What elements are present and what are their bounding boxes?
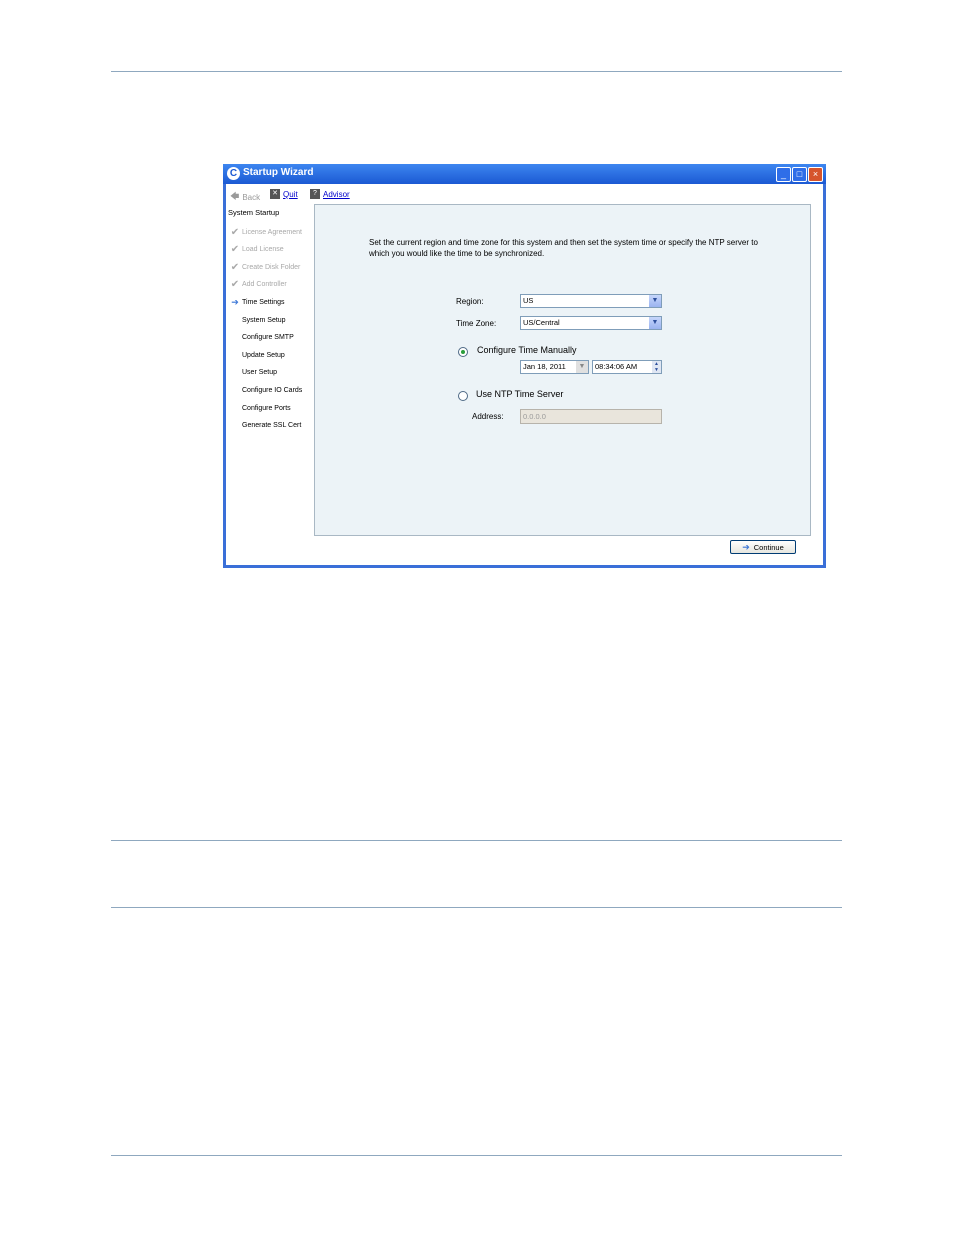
wizard-footer: ➔ Continue (314, 536, 823, 565)
use-ntp-time-server-label[interactable]: Use NTP Time Server (476, 389, 563, 399)
wizard-toolbar: 🡄 Back ✕ Quit ? Advisor (226, 184, 823, 204)
sidebar-item-configure-ports: Configure Ports (228, 402, 291, 414)
spinner-up-down-icon[interactable]: ▲ ▼ (652, 361, 661, 373)
checkmark-icon: ✔ (230, 278, 240, 290)
quit-label: Quit (283, 189, 298, 199)
window-client-area: 🡄 Back ✕ Quit ? Advisor System Startup ✔… (226, 184, 823, 565)
region-label: Region: (456, 297, 484, 306)
page-header-rule (111, 71, 842, 72)
sidebar-item-configure-io-cards: Configure IO Cards (228, 384, 302, 396)
sidebar-item-label: Create Disk Folder (242, 263, 301, 271)
close-button[interactable]: × (808, 167, 823, 182)
chevron-down-icon[interactable]: ▼ (649, 295, 661, 307)
sidebar-item-label: System Setup (242, 316, 286, 324)
checkmark-icon: ✔ (230, 261, 240, 273)
sidebar-item-label: Time Settings (242, 298, 285, 306)
maximize-button[interactable]: □ (792, 167, 807, 182)
window-title: Startup Wizard (243, 167, 314, 178)
sidebar-item-label: Add Controller (242, 280, 287, 288)
checkmark-icon: ✔ (230, 243, 240, 255)
back-label: Back (242, 192, 261, 202)
sidebar-item-system-setup: System Setup (228, 314, 286, 326)
note-top-rule (111, 840, 842, 841)
sidebar-item-update-setup: Update Setup (228, 349, 285, 361)
sidebar-item-configure-smtp: Configure SMTP (228, 331, 294, 343)
sidebar-item-license-agreement: ✔ License Agreement (228, 226, 302, 238)
sidebar-item-create-disk-folder: ✔ Create Disk Folder (228, 261, 301, 273)
sidebar-item-label: Update Setup (242, 351, 285, 359)
back-button[interactable]: 🡄 Back (230, 189, 260, 205)
sidebar-item-label: Configure SMTP (242, 333, 294, 341)
sidebar-item-add-controller: ✔ Add Controller (228, 278, 287, 290)
region-value: US (523, 296, 534, 305)
time-zone-select[interactable]: US/Central ▼ (520, 316, 662, 330)
time-settings-panel: Set the current region and time zone for… (314, 204, 811, 536)
time-zone-label: Time Zone: (456, 319, 497, 328)
sidebar-item-user-setup: User Setup (228, 366, 277, 378)
sidebar-item-load-license: ✔ Load License (228, 243, 284, 255)
instructions-text: Set the current region and time zone for… (369, 238, 758, 258)
sidebar-item-label: User Setup (242, 368, 278, 376)
use-ntp-time-server-radio[interactable] (458, 391, 468, 401)
wizard-steps-sidebar: System Startup ✔ License Agreement ✔ Loa… (226, 204, 314, 565)
advisor-button[interactable]: ? Advisor (310, 189, 350, 199)
startup-wizard-window: C Startup Wizard _ □ × 🡄 Back ✕ Quit ? A… (223, 164, 826, 568)
chevron-down-icon[interactable]: ▼ (649, 317, 661, 329)
sidebar-item-label: License Agreement (242, 228, 302, 236)
continue-arrow-icon: ➔ (742, 541, 750, 552)
continue-label: Continue (753, 542, 784, 552)
back-arrow-icon: 🡄 (230, 191, 240, 201)
current-step-arrow-icon: ➔ (231, 296, 239, 307)
quit-icon: ✕ (270, 189, 280, 199)
time-zone-value: US/Central (523, 318, 560, 327)
sidebar-item-label: Generate SSL Cert (242, 421, 302, 429)
window-titlebar[interactable]: C Startup Wizard _ □ × (223, 164, 826, 184)
date-value: Jan 18, 2011 (523, 362, 566, 371)
sidebar-item-label: Load License (242, 245, 284, 253)
ntp-address-field[interactable]: 0.0.0.0 (520, 409, 662, 424)
sidebar-item-time-settings: ➔ Time Settings (228, 296, 285, 308)
date-picker[interactable]: Jan 18, 2011 ▼ (520, 360, 589, 374)
startup-wizard-app-icon: C (227, 167, 240, 180)
time-spinner[interactable]: 08:34:06 AM ▲ ▼ (592, 360, 662, 374)
sidebar-item-label: Configure IO Cards (242, 386, 303, 394)
quit-button[interactable]: ✕ Quit (270, 189, 298, 199)
minimize-button[interactable]: _ (776, 167, 791, 182)
time-value: 08:34:06 AM (595, 362, 638, 371)
sidebar-item-label: Configure Ports (242, 404, 291, 412)
advisor-label: Advisor (323, 189, 350, 199)
page-footer-rule (111, 1155, 842, 1156)
configure-time-manually-radio[interactable] (458, 347, 468, 357)
address-label: Address: (472, 412, 504, 421)
configure-time-manually-label[interactable]: Configure Time Manually (477, 345, 577, 355)
note-bottom-rule (111, 907, 842, 908)
chevron-down-icon[interactable]: ▼ (576, 361, 588, 373)
sidebar-header: System Startup (228, 208, 280, 217)
continue-button[interactable]: ➔ Continue (730, 540, 796, 554)
checkmark-icon: ✔ (230, 226, 240, 238)
advisor-help-icon: ? (310, 189, 320, 199)
region-select[interactable]: US ▼ (520, 294, 662, 308)
sidebar-item-generate-ssl-cert: Generate SSL Cert (228, 419, 301, 431)
